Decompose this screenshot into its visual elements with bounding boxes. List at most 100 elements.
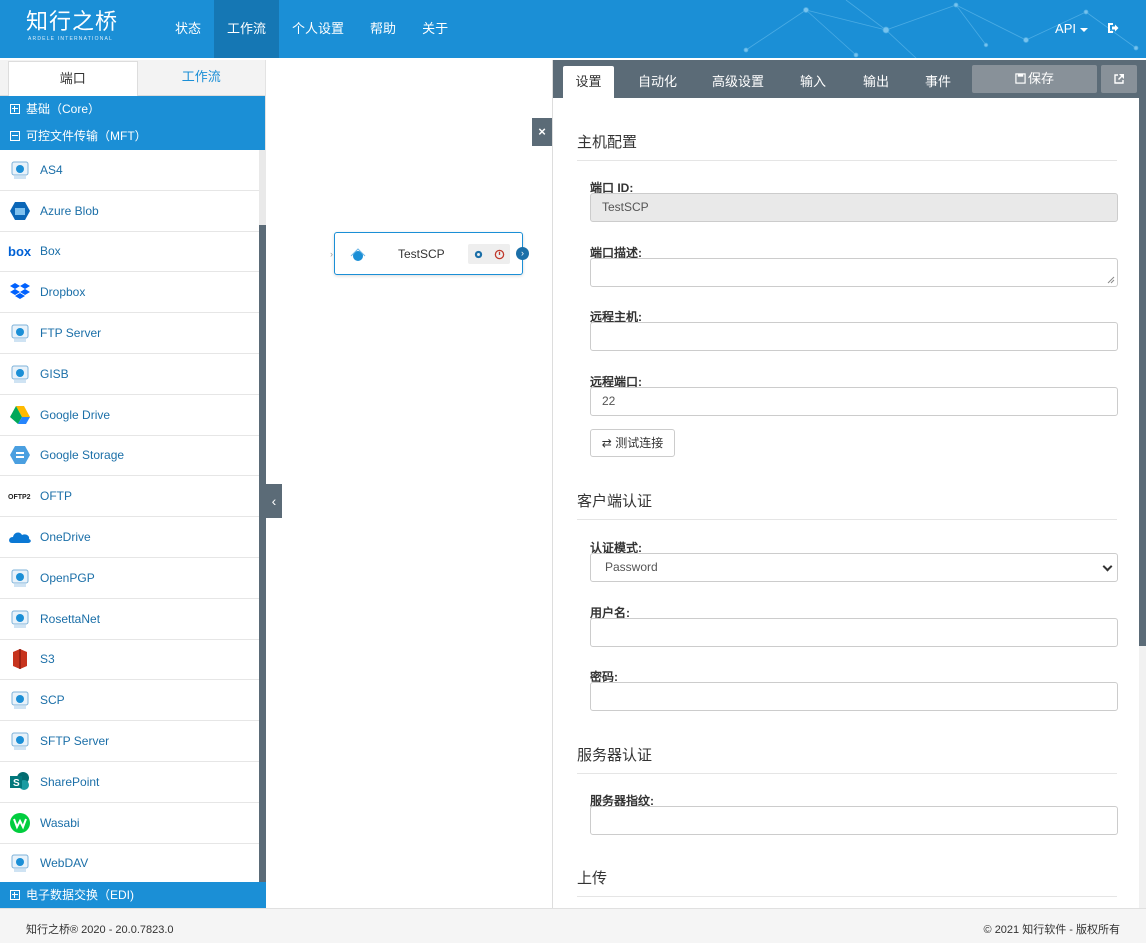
scp-node-icon <box>350 248 366 261</box>
list-item[interactable]: S3 <box>0 640 259 681</box>
list-item[interactable]: OneDrive <box>0 517 259 558</box>
list-item-label: SCP <box>40 693 65 708</box>
input-port-icon[interactable]: › <box>330 249 333 259</box>
node-actions <box>468 244 510 264</box>
brand-logo[interactable]: 知行之桥 ARDELE INTERNATIONAL <box>26 10 118 42</box>
resize-grip-icon <box>1107 276 1115 284</box>
list-item-label: GISB <box>40 366 69 381</box>
list-item[interactable]: WebDAV <box>0 844 259 882</box>
tab-output[interactable]: 输出 <box>853 66 899 98</box>
close-panel-button[interactable]: × <box>532 118 552 146</box>
nav-workflow[interactable]: 工作流 <box>214 0 280 58</box>
test-connection-label: 测试连接 <box>615 436 664 450</box>
footer-version: 知行之桥® 2020 - 20.0.7823.0 <box>26 924 174 936</box>
svg-text:box: box <box>8 244 32 258</box>
list-item[interactable]: AS4 <box>0 150 259 191</box>
list-item-label: WebDAV <box>40 856 89 871</box>
api-dropdown[interactable]: API <box>1055 0 1088 58</box>
remote-port-field[interactable]: 22 <box>590 387 1118 416</box>
list-item-label: Box <box>40 244 61 259</box>
expand-icon <box>10 890 20 900</box>
section-client-auth: 客户端认证 <box>577 490 1117 520</box>
list-item-label: OFTP <box>40 489 72 504</box>
list-item[interactable]: Google Drive <box>0 395 259 436</box>
group-edi-label: 电子数据交换（EDI) <box>26 888 135 902</box>
list-item[interactable]: OpenPGP <box>0 558 259 599</box>
output-port-icon[interactable]: › <box>516 247 529 260</box>
list-item-label: FTP Server <box>40 326 102 341</box>
list-item-label: Azure Blob <box>40 203 99 218</box>
workflow-canvas[interactable]: › TestSCP › ‹ × <box>266 60 552 908</box>
auth-mode-select[interactable]: Password <box>590 553 1118 582</box>
google-storage-icon <box>8 443 32 467</box>
port-description-field[interactable] <box>590 258 1118 287</box>
list-item[interactable]: Azure Blob <box>0 191 259 232</box>
tab-ports[interactable]: 端口 <box>8 61 138 96</box>
list-item[interactable]: SCP <box>0 680 259 722</box>
tab-settings[interactable]: 设置 <box>563 66 614 98</box>
left-scrollbar[interactable] <box>259 150 266 882</box>
gear-icon[interactable] <box>473 249 484 260</box>
list-item-label: OneDrive <box>40 530 91 545</box>
list-item[interactable]: Google Storage <box>0 436 259 477</box>
tab-workflows[interactable]: 工作流 <box>138 60 266 95</box>
left-scrollbar-thumb[interactable] <box>259 225 266 882</box>
open-external-button[interactable] <box>1101 65 1137 93</box>
top-navbar: 知行之桥 ARDELE INTERNATIONAL 状态 工作流 个人设置 帮助… <box>0 0 1146 58</box>
password-field[interactable] <box>590 682 1118 711</box>
tab-automation[interactable]: 自动化 <box>629 66 686 98</box>
workflow-node[interactable]: › TestSCP › <box>330 232 529 275</box>
webdav-icon <box>8 851 32 875</box>
sharepoint-icon: S <box>8 770 32 794</box>
dropbox-icon <box>8 280 32 304</box>
group-edi[interactable]: 电子数据交换（EDI) <box>0 882 266 908</box>
save-button[interactable]: 保存 <box>972 65 1097 93</box>
collapse-icon <box>10 131 20 141</box>
list-item[interactable]: FTP Server <box>0 313 259 354</box>
list-item-label: RosettaNet <box>40 611 101 626</box>
group-mft[interactable]: 可控文件传输（MFT） <box>0 123 265 150</box>
list-item[interactable]: OFTP2 OFTP <box>0 476 259 518</box>
box-icon: box <box>8 239 32 263</box>
svg-text:S: S <box>13 778 20 789</box>
group-mft-label: 可控文件传输（MFT） <box>26 129 147 143</box>
tab-advanced[interactable]: 高级设置 <box>705 66 771 98</box>
tab-input[interactable]: 输入 <box>790 66 836 98</box>
right-scrollbar[interactable] <box>1139 98 1146 908</box>
power-icon[interactable] <box>494 249 505 260</box>
openpgp-icon <box>8 566 32 590</box>
list-item[interactable]: RosettaNet <box>0 599 259 640</box>
remote-host-field[interactable] <box>590 322 1118 351</box>
username-field[interactable] <box>590 618 1118 647</box>
node-label: TestSCP <box>398 247 445 261</box>
list-item-label: SFTP Server <box>40 734 110 749</box>
nav-status[interactable]: 状态 <box>162 0 214 58</box>
port-id-field: TestSCP <box>590 193 1118 222</box>
list-item[interactable]: Dropbox <box>0 272 259 314</box>
list-item[interactable]: GISB <box>0 354 259 395</box>
logout-icon[interactable] <box>1107 22 1119 34</box>
server-fingerprint-field[interactable] <box>590 806 1118 835</box>
chevron-down-icon <box>1102 561 1113 572</box>
tab-events[interactable]: 事件 <box>915 66 961 98</box>
test-connection-button[interactable]: ⇄ 测试连接 <box>590 429 675 457</box>
nav-personal-settings[interactable]: 个人设置 <box>279 0 357 58</box>
right-scrollbar-thumb[interactable] <box>1139 98 1146 646</box>
collapse-left-panel-button[interactable]: ‹ <box>266 484 282 518</box>
azure-blob-icon <box>8 199 32 223</box>
list-item[interactable]: Wasabi <box>0 803 259 844</box>
google-drive-icon <box>8 403 32 427</box>
list-item[interactable]: box Box <box>0 232 259 273</box>
gisb-icon <box>8 362 32 386</box>
svg-text:OFTP2: OFTP2 <box>8 494 31 501</box>
nav-about[interactable]: 关于 <box>409 0 461 58</box>
wasabi-icon <box>8 811 32 835</box>
rosettanet-icon <box>8 607 32 631</box>
footer-copyright: © 2021 知行软件 - 版权所有 <box>983 924 1120 936</box>
list-item[interactable]: S SharePoint <box>0 762 259 803</box>
group-core[interactable]: 基础（Core） <box>0 96 265 123</box>
section-server-auth: 服务器认证 <box>577 744 1117 774</box>
nav-help[interactable]: 帮助 <box>357 0 409 58</box>
list-item[interactable]: SFTP Server <box>0 721 259 762</box>
list-item-label: AS4 <box>40 162 63 177</box>
